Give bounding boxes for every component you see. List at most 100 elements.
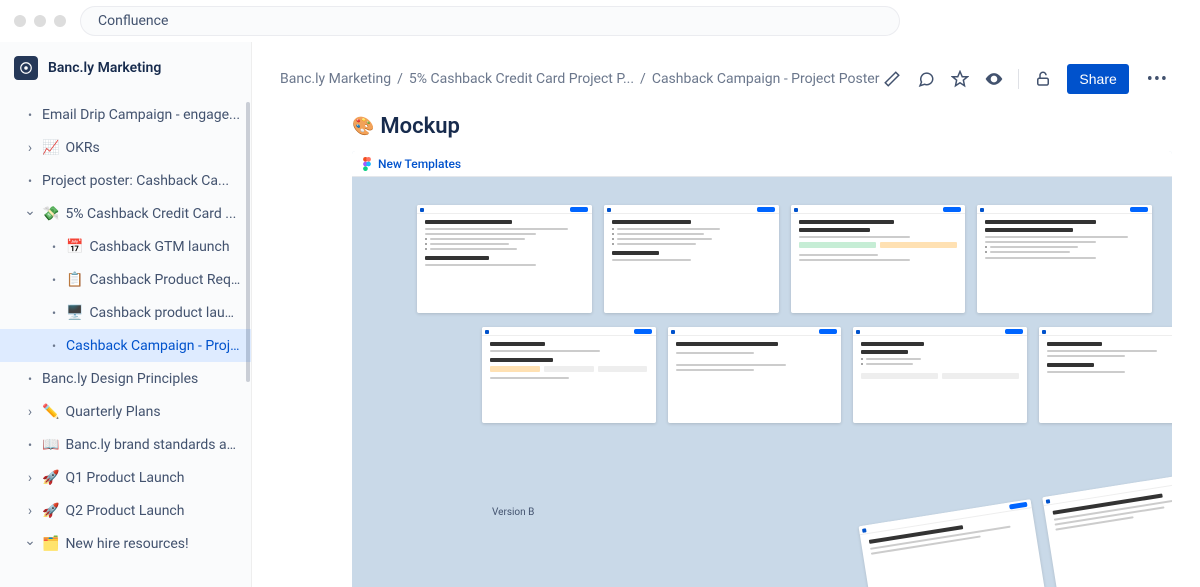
sidebar-item[interactable]: 🚀 Q2 Product Launch xyxy=(0,494,251,527)
star-icon[interactable] xyxy=(950,69,970,89)
figma-artboard xyxy=(791,205,966,313)
watch-icon[interactable] xyxy=(984,69,1004,89)
sidebar-item[interactable]: 📅 Cashback GTM launch xyxy=(0,230,251,263)
sidebar-item[interactable]: 🚀Q1 Product Launch xyxy=(0,461,251,494)
sidebar-item[interactable]: 💸 5% Cashback Credit Card ... xyxy=(0,197,251,230)
chevron-right-icon[interactable] xyxy=(24,140,36,156)
space-title: Banc.ly Marketing xyxy=(48,60,161,76)
figma-logo-icon xyxy=(362,157,372,171)
toolbar-divider xyxy=(1018,69,1019,89)
sidebar-item[interactable]: Email Drip Campaign - engage... xyxy=(0,98,251,131)
more-actions-button[interactable]: ••• xyxy=(1143,69,1172,90)
page-header: Banc.ly Marketing / 5% Cashback Credit C… xyxy=(252,42,1200,100)
figma-artboard xyxy=(482,327,656,423)
window-topbar: Confluence xyxy=(0,0,1200,42)
section-title: Mockup xyxy=(380,114,459,139)
figma-artboard xyxy=(1042,470,1172,587)
sidebar-item[interactable]: Cashback Campaign - Proj... xyxy=(0,329,251,362)
breadcrumb-separator: / xyxy=(640,71,646,87)
page-emoji: 🚀 xyxy=(42,503,59,519)
sidebar-item-label: Banc.ly Design Principles xyxy=(42,371,198,387)
figma-canvas[interactable]: Version B xyxy=(352,177,1172,587)
figma-artboard xyxy=(1039,327,1173,423)
search-input-value: Confluence xyxy=(98,13,168,29)
sidebar-scrollbar[interactable] xyxy=(246,102,250,382)
figma-artboard xyxy=(853,327,1027,423)
figma-file-name[interactable]: New Templates xyxy=(378,157,461,171)
sidebar-item-label: 5% Cashback Credit Card ... xyxy=(65,206,236,222)
page-content: Banc.ly Marketing / 5% Cashback Credit C… xyxy=(252,42,1200,587)
chevron-down-icon[interactable] xyxy=(24,206,36,222)
space-header[interactable]: Banc.ly Marketing xyxy=(0,42,251,90)
bullet-icon xyxy=(48,339,60,353)
chevron-down-icon[interactable] xyxy=(24,536,36,552)
space-logo xyxy=(14,56,38,80)
page-toolbar: Share ••• xyxy=(882,64,1172,94)
search-input[interactable]: Confluence xyxy=(80,6,900,36)
figma-artboard xyxy=(859,499,1054,587)
edit-icon[interactable] xyxy=(882,69,902,89)
chevron-right-icon[interactable] xyxy=(24,470,36,486)
sidebar-item[interactable]: 🗂️New hire resources! xyxy=(0,527,251,560)
page-emoji: 🖥️ xyxy=(66,305,83,321)
page-emoji: ✏️ xyxy=(42,404,59,420)
sidebar-item[interactable]: 📋 Cashback Product Req... xyxy=(0,263,251,296)
breadcrumb-item[interactable]: 5% Cashback Credit Card Project P... xyxy=(409,71,634,87)
sidebar-item-label: Banc.ly brand standards an... xyxy=(65,437,241,453)
share-button[interactable]: Share xyxy=(1067,64,1128,94)
sidebar-item-label: Cashback Product Req... xyxy=(89,272,241,288)
sidebar-item-label: Q2 Product Launch xyxy=(65,503,184,519)
bullet-icon xyxy=(24,174,36,188)
breadcrumbs: Banc.ly Marketing / 5% Cashback Credit C… xyxy=(280,71,879,87)
figma-embed[interactable]: New Templates Figma − + xyxy=(352,151,1172,587)
sidebar-item-label: OKRs xyxy=(65,140,99,156)
figma-artboard xyxy=(417,205,592,313)
close-window-button[interactable] xyxy=(14,15,26,27)
bullet-icon xyxy=(48,306,60,320)
sidebar-item[interactable]: Banc.ly Design Principles xyxy=(0,362,251,395)
page-emoji: 📈 xyxy=(42,140,59,156)
chevron-right-icon[interactable] xyxy=(24,404,36,420)
sidebar-item[interactable]: Project poster: Cashback Ca... xyxy=(0,164,251,197)
page-emoji: 📋 xyxy=(66,272,83,288)
section-emoji: 🎨 xyxy=(352,116,374,137)
bullet-icon xyxy=(24,438,36,452)
bullet-icon xyxy=(24,372,36,386)
sidebar-item-label: New hire resources! xyxy=(65,536,188,552)
section-heading-row: 🎨 Mockup xyxy=(352,114,1172,139)
page-emoji: 📅 xyxy=(66,239,83,255)
traffic-lights xyxy=(14,15,66,27)
figma-embed-header: New Templates xyxy=(352,151,1172,177)
sidebar-item-label: Cashback Campaign - Proj... xyxy=(66,338,241,354)
sidebar-item[interactable]: 📈 OKRs xyxy=(0,131,251,164)
page-tree: Email Drip Campaign - engage... 📈 OKRs Proj… xyxy=(0,90,251,570)
page-emoji: 💸 xyxy=(42,206,59,222)
page-body: 🎨 Mockup New Templates Figma − + xyxy=(252,100,1200,587)
bullet-icon xyxy=(24,108,36,122)
bullet-icon xyxy=(48,240,60,254)
minimize-window-button[interactable] xyxy=(34,15,46,27)
chevron-right-icon[interactable] xyxy=(24,503,36,519)
comment-icon[interactable] xyxy=(916,69,936,89)
space-sidebar: Banc.ly Marketing Email Drip Campaign - … xyxy=(0,42,252,587)
sidebar-item-label: Email Drip Campaign - engage... xyxy=(42,107,240,123)
sidebar-item-label: Cashback GTM launch xyxy=(89,239,229,255)
sidebar-item-label: Project poster: Cashback Ca... xyxy=(42,173,229,189)
bullet-icon xyxy=(48,273,60,287)
figma-section-label: Version B xyxy=(492,507,534,518)
restrictions-icon[interactable] xyxy=(1033,69,1053,89)
sidebar-item[interactable]: 📖 Banc.ly brand standards an... xyxy=(0,428,251,461)
figma-artboard xyxy=(977,205,1152,313)
page-emoji: 📖 xyxy=(42,437,59,453)
breadcrumb-item[interactable]: Cashback Campaign - Project Poster xyxy=(652,71,880,87)
sidebar-item-label: Quarterly Plans xyxy=(65,404,160,420)
figma-artboard xyxy=(668,327,842,423)
sidebar-item[interactable]: 🖥️ Cashback product laun... xyxy=(0,296,251,329)
maximize-window-button[interactable] xyxy=(54,15,66,27)
sidebar-item-label: Cashback product laun... xyxy=(89,305,241,321)
figma-artboard xyxy=(604,205,779,313)
breadcrumb-separator: / xyxy=(397,71,403,87)
breadcrumb-item[interactable]: Banc.ly Marketing xyxy=(280,71,391,87)
sidebar-item[interactable]: ✏️ Quarterly Plans xyxy=(0,395,251,428)
sidebar-item-label: Q1 Product Launch xyxy=(65,470,184,486)
